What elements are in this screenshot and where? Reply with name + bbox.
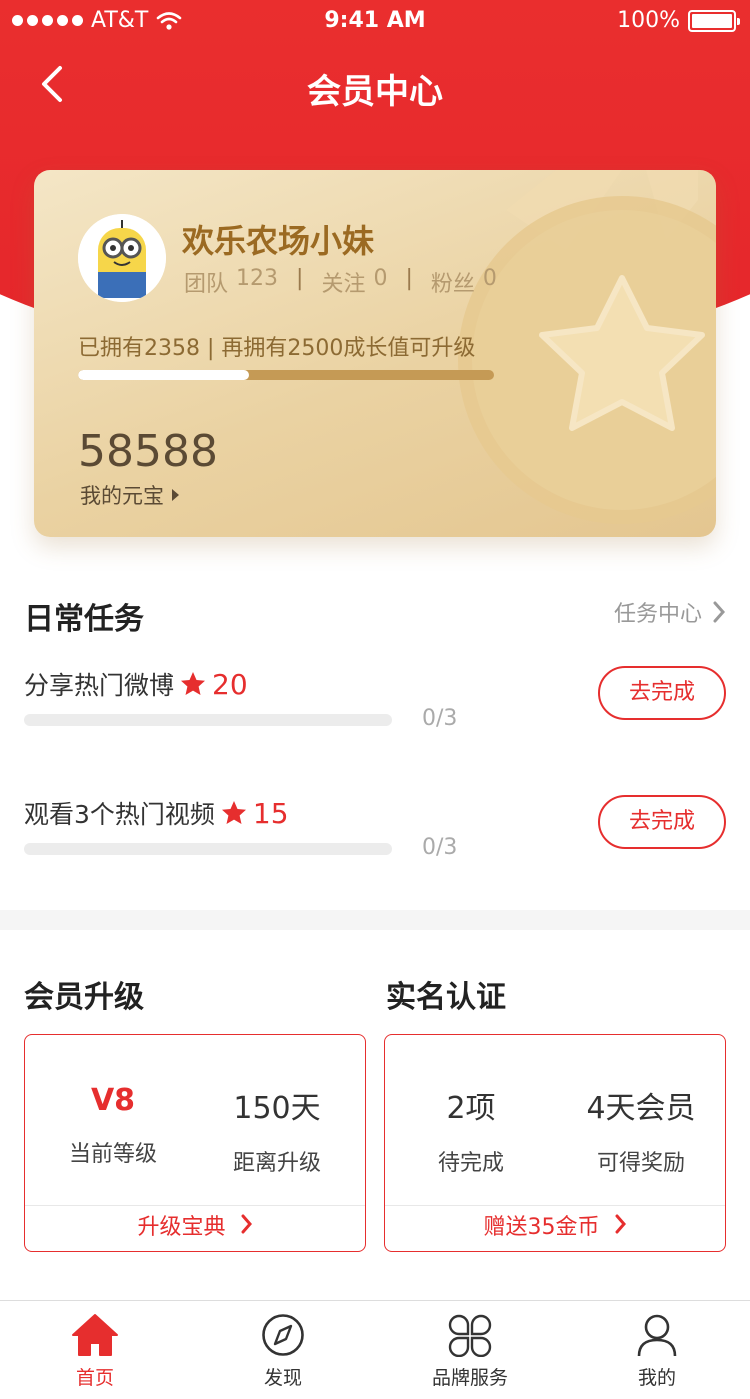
coins-label: 我的元宝 bbox=[80, 484, 164, 508]
days-to-upgrade-label: 距离升级 bbox=[232, 1151, 321, 1176]
upgrade-title: 会员升级 bbox=[24, 980, 144, 1015]
tab-label: 发现 bbox=[263, 1367, 302, 1389]
chevron-right-icon bbox=[713, 601, 726, 623]
bonus-coins-link[interactable]: 赠送35金币 bbox=[385, 1205, 725, 1251]
star-icon bbox=[181, 672, 206, 695]
user-stats: 团队 123 | 关注 0 | 粉丝 0 bbox=[184, 266, 497, 297]
section-divider bbox=[0, 910, 750, 930]
user-icon bbox=[637, 1314, 677, 1357]
stat-following-label: 关注 bbox=[321, 272, 366, 297]
daily-tasks-title: 日常任务 bbox=[24, 602, 144, 637]
chevron-right-icon bbox=[241, 1206, 253, 1250]
username: 欢乐农场小妹 bbox=[182, 222, 375, 260]
tab-label: 品牌服务 bbox=[431, 1367, 508, 1389]
complete-task-button[interactable]: 去完成 bbox=[598, 666, 726, 720]
task-progress-bar bbox=[24, 714, 392, 726]
task-name: 分享热门微博 bbox=[24, 671, 175, 700]
status-bar: AT&T 9:41 AM 100% bbox=[0, 0, 750, 40]
clover-icon bbox=[448, 1314, 492, 1357]
pending-items-label: 待完成 bbox=[437, 1151, 504, 1176]
upgrade-guide-link[interactable]: 升级宝典 bbox=[25, 1205, 365, 1251]
member-card[interactable]: 欢乐农场小妹 团队 123 | 关注 0 | 粉丝 0 已拥有2358 | 再拥有25… bbox=[34, 170, 716, 537]
task-center-link[interactable]: 任务中心 bbox=[614, 596, 726, 628]
stat-team-label: 团队 bbox=[184, 272, 229, 297]
verify-card: 2项 待完成 4天会员 可得奖励 赠送35金币 bbox=[384, 1034, 726, 1252]
tab-label: 我的 bbox=[637, 1367, 676, 1389]
task-name: 观看3个热门视频 bbox=[24, 800, 215, 829]
upgrade-card: V8 当前等级 150天 距离升级 升级宝典 bbox=[24, 1034, 366, 1252]
tab-home[interactable]: 首页 bbox=[25, 1313, 165, 1390]
coins-value: 58588 bbox=[78, 426, 218, 477]
task-count: 0/3 bbox=[422, 706, 458, 731]
tab-discover[interactable]: 发现 bbox=[213, 1313, 353, 1390]
task-center-label: 任务中心 bbox=[613, 602, 702, 627]
tab-label: 首页 bbox=[75, 1367, 114, 1389]
tab-brand-service[interactable]: 品牌服务 bbox=[400, 1313, 540, 1390]
nav-bar: 会员中心 bbox=[0, 50, 750, 120]
battery-percent: 100% bbox=[617, 8, 680, 33]
growth-progress-bar bbox=[78, 370, 494, 380]
tab-me[interactable]: 我的 bbox=[587, 1313, 727, 1390]
stat-fans-value: 0 bbox=[482, 266, 497, 291]
stat-team-value: 123 bbox=[236, 266, 279, 291]
avatar[interactable] bbox=[78, 214, 166, 302]
task-points: 20 bbox=[212, 667, 248, 701]
home-icon bbox=[72, 1314, 118, 1356]
compass-icon bbox=[262, 1314, 304, 1356]
battery-icon bbox=[688, 9, 740, 32]
stat-following-value: 0 bbox=[373, 266, 388, 291]
tab-bar: 首页 发现 品牌服务 我的 bbox=[0, 1300, 750, 1399]
chevron-right-icon bbox=[615, 1206, 627, 1250]
pending-items-value: 2项 bbox=[446, 1091, 496, 1126]
task-item: 分享热门微博 20 0/3 去完成 bbox=[24, 666, 726, 776]
task-progress-bar bbox=[24, 843, 392, 855]
days-to-upgrade-value: 150天 bbox=[233, 1091, 321, 1126]
reward-label: 可得奖励 bbox=[596, 1151, 685, 1176]
current-level-label: 当前等级 bbox=[68, 1142, 157, 1167]
star-icon bbox=[221, 801, 246, 824]
bonus-coins-label: 赠送35金币 bbox=[483, 1215, 600, 1240]
upgrade-guide-label: 升级宝典 bbox=[137, 1215, 226, 1240]
stat-fans-label: 粉丝 bbox=[430, 272, 475, 297]
growth-text: 已拥有2358 | 再拥有2500成长值可升级 bbox=[78, 336, 476, 361]
task-item: 观看3个热门视频 15 0/3 去完成 bbox=[24, 795, 726, 905]
current-level-value: V8 bbox=[90, 1083, 136, 1118]
page-title: 会员中心 bbox=[307, 72, 443, 112]
complete-task-button[interactable]: 去完成 bbox=[598, 795, 726, 849]
my-coins-link[interactable]: 我的元宝 bbox=[80, 480, 179, 510]
triangle-right-icon bbox=[172, 489, 179, 501]
reward-value: 4天会员 bbox=[586, 1091, 696, 1126]
verify-title: 实名认证 bbox=[386, 980, 506, 1015]
task-count: 0/3 bbox=[422, 835, 458, 860]
task-points: 15 bbox=[252, 796, 289, 830]
